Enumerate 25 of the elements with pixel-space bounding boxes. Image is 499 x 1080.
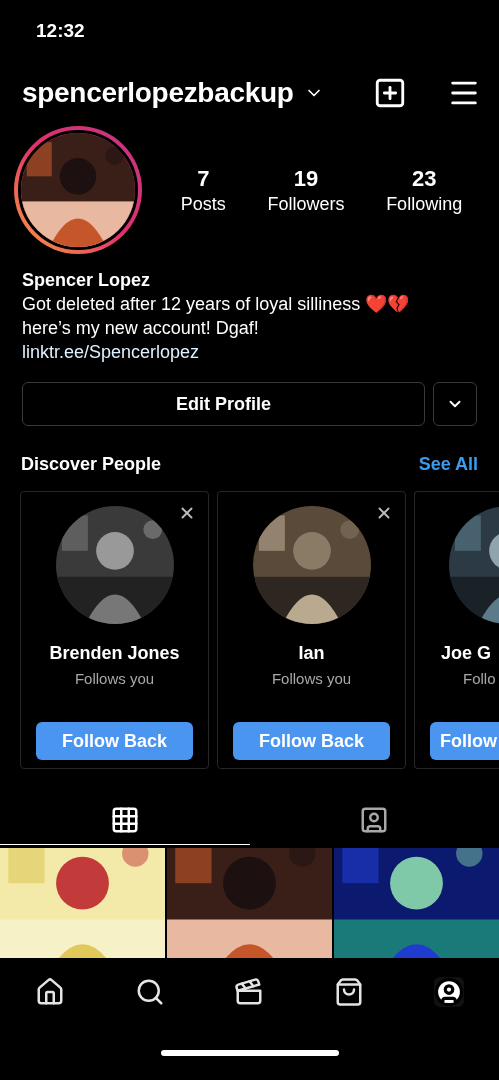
edit-profile-button[interactable]: Edit Profile [22, 382, 425, 426]
home-icon[interactable] [34, 977, 65, 1007]
person-name: Brenden Jones [49, 643, 180, 664]
add-icon[interactable] [373, 76, 407, 110]
stat-value: 19 [293, 165, 319, 192]
person-subtitle: Follo [463, 670, 496, 687]
clapperboard-icon[interactable] [234, 977, 265, 1007]
stat-value: 7 [197, 165, 210, 192]
stat-value: 23 [411, 165, 437, 192]
profile-name: Spencer Lopez [22, 269, 152, 292]
person-subtitle: Follows you [271, 670, 352, 687]
profile-icon[interactable] [434, 977, 465, 1007]
username: spencerlopezbackup [22, 77, 294, 109]
stat-label: Posts [180, 193, 226, 215]
person-subtitle: Follows you [74, 670, 155, 687]
see-all-link[interactable]: See All [418, 454, 478, 475]
stat-label: Followers [267, 193, 345, 215]
section-title: Discover People [21, 454, 162, 475]
person-name: Joe G [441, 643, 492, 664]
status-time: 12:32 [36, 20, 85, 42]
bio-link[interactable]: linktr.ee/Spencerlopez [22, 342, 200, 362]
bio-text: Got deleted after 12 years of loyal silliness ❤💔 here’s my new account! Dgaf! [22, 293, 411, 340]
stat-label: Following [386, 193, 463, 215]
person-name: Ian [298, 643, 325, 664]
shopping-bag-icon[interactable] [334, 977, 365, 1007]
